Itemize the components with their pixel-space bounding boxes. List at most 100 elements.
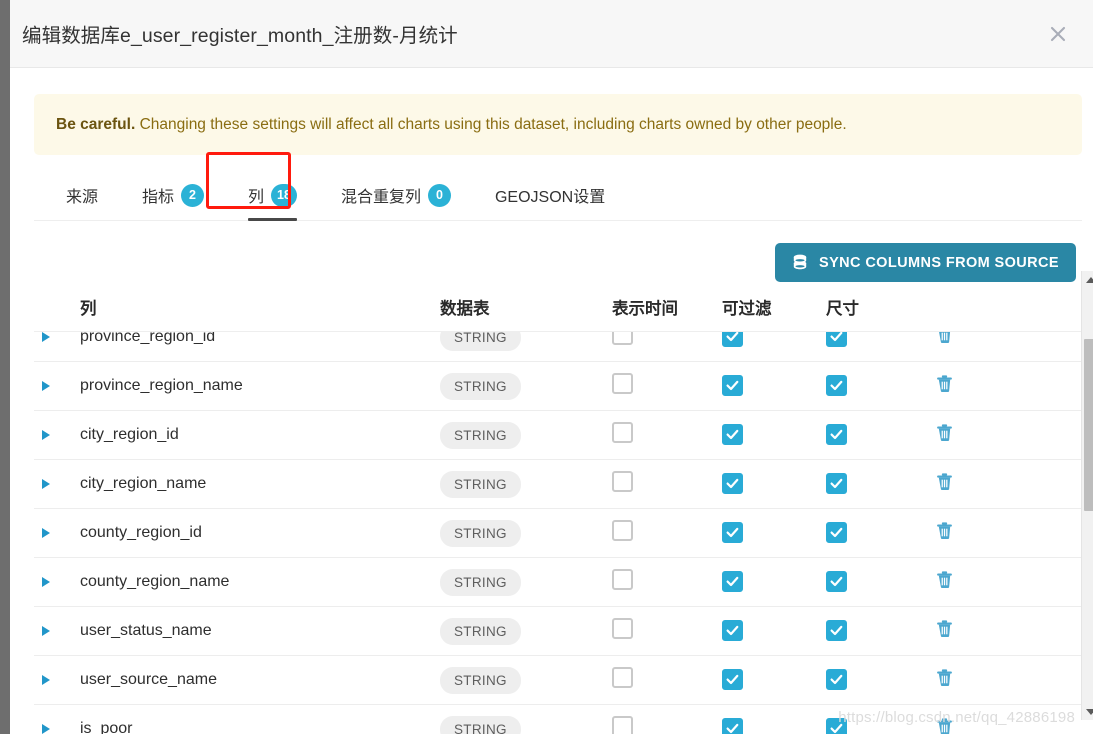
column-name: user_status_name — [80, 622, 212, 640]
delete-cell — [936, 375, 1026, 398]
tab-geojson-settings[interactable]: GEOJSON设置 — [473, 179, 627, 220]
trash-icon[interactable] — [936, 718, 953, 734]
temporal-cell — [612, 667, 722, 693]
delete-cell — [936, 620, 1026, 643]
row-expand-cell — [34, 626, 80, 637]
chevron-up-icon[interactable] — [1082, 271, 1093, 288]
temporal-checkbox[interactable] — [612, 618, 633, 640]
datatype-badge: STRING — [440, 421, 521, 449]
dimension-checkbox[interactable] — [826, 668, 847, 690]
temporal-checkbox[interactable] — [612, 520, 633, 542]
tab-calculated-columns[interactable]: 混合重复列 0 — [319, 179, 473, 220]
filterable-checkbox[interactable] — [722, 472, 743, 494]
dimension-cell — [826, 619, 936, 643]
trash-icon[interactable] — [936, 424, 953, 442]
tab-metrics-badge: 2 — [181, 183, 205, 207]
dimension-checkbox[interactable] — [826, 717, 847, 734]
chevron-right-icon[interactable] — [42, 626, 50, 637]
trash-icon[interactable] — [936, 620, 953, 638]
table-row: city_region_id STRING — [34, 411, 1082, 461]
filterable-checkbox[interactable] — [722, 374, 743, 396]
column-datatype-cell: STRING — [440, 666, 612, 694]
temporal-checkbox[interactable] — [612, 716, 633, 734]
trash-icon[interactable] — [936, 522, 953, 540]
column-name: city_region_name — [80, 475, 207, 493]
filterable-cell — [722, 472, 826, 496]
filterable-cell — [722, 374, 826, 398]
row-expand-cell — [34, 430, 80, 441]
warning-banner-text: Changing these settings will affect all … — [135, 116, 847, 133]
scrollbar-thumb[interactable] — [1084, 339, 1093, 512]
temporal-checkbox[interactable] — [612, 569, 633, 591]
temporal-checkbox[interactable] — [612, 373, 633, 395]
dimension-checkbox[interactable] — [826, 374, 847, 396]
trash-icon[interactable] — [936, 571, 953, 589]
chevron-right-icon[interactable] — [42, 430, 50, 441]
delete-cell — [936, 571, 1026, 594]
page-title: 编辑数据库e_user_register_month_注册数-月统计 — [22, 25, 458, 47]
chevron-right-icon[interactable] — [42, 381, 50, 392]
filterable-checkbox[interactable] — [722, 619, 743, 641]
dimension-checkbox[interactable] — [826, 472, 847, 494]
trash-icon[interactable] — [936, 473, 953, 491]
datatype-badge: STRING — [440, 470, 521, 498]
tab-source-label: 来源 — [66, 189, 99, 207]
chevron-right-icon[interactable] — [42, 724, 50, 734]
table-header-dimension: 尺寸 — [826, 300, 859, 319]
trash-icon[interactable] — [936, 375, 953, 393]
temporal-checkbox[interactable] — [612, 471, 633, 493]
dimension-checkbox[interactable] — [826, 332, 847, 347]
dimension-cell — [826, 717, 936, 734]
datatype-badge: STRING — [440, 372, 521, 400]
temporal-cell — [612, 618, 722, 644]
chevron-right-icon[interactable] — [42, 479, 50, 490]
dimension-checkbox[interactable] — [826, 570, 847, 592]
trash-icon[interactable] — [936, 669, 953, 687]
temporal-cell — [612, 716, 722, 734]
sync-columns-button[interactable]: SYNC COLUMNS FROM SOURCE — [775, 243, 1076, 283]
columns-table: 列 数据表 表示时间 可过滤 尺寸 province_region_id STRI… — [34, 271, 1093, 734]
table-header-datatype: 数据表 — [440, 300, 490, 319]
chevron-right-icon[interactable] — [42, 675, 50, 686]
delete-cell — [936, 424, 1026, 447]
filterable-cell — [722, 668, 826, 692]
tab-metrics[interactable]: 指标 2 — [120, 179, 226, 220]
filterable-checkbox[interactable] — [722, 521, 743, 543]
close-icon[interactable] — [1041, 17, 1075, 51]
row-expand-cell — [34, 479, 80, 490]
filterable-checkbox[interactable] — [722, 717, 743, 734]
column-name: county_region_name — [80, 573, 230, 591]
filterable-checkbox[interactable] — [722, 423, 743, 445]
dimension-checkbox[interactable] — [826, 521, 847, 543]
delete-cell — [936, 473, 1026, 496]
table-body: province_region_id STRING province_region_… — [34, 332, 1082, 734]
vertical-scrollbar[interactable] — [1081, 271, 1093, 721]
datatype-badge: STRING — [440, 715, 521, 734]
filterable-checkbox[interactable] — [722, 570, 743, 592]
chevron-right-icon[interactable] — [42, 577, 50, 588]
chevron-right-icon[interactable] — [42, 332, 50, 343]
dimension-cell — [826, 521, 936, 545]
chevron-down-icon[interactable] — [1082, 703, 1093, 720]
row-expand-cell — [34, 724, 80, 734]
tab-columns-badge: 18 — [271, 183, 297, 207]
dimension-checkbox[interactable] — [826, 423, 847, 445]
column-name: county_region_id — [80, 524, 202, 542]
trash-icon[interactable] — [936, 332, 953, 344]
dimension-checkbox[interactable] — [826, 619, 847, 641]
temporal-checkbox[interactable] — [612, 422, 633, 444]
row-expand-cell — [34, 675, 80, 686]
table-header-row: 列 数据表 表示时间 可过滤 尺寸 — [34, 295, 1082, 331]
filterable-checkbox[interactable] — [722, 668, 743, 690]
tab-source[interactable]: 来源 — [44, 179, 120, 220]
column-datatype-cell: STRING — [440, 617, 612, 645]
datatype-badge: STRING — [440, 666, 521, 694]
chevron-right-icon[interactable] — [42, 528, 50, 539]
edit-dataset-modal: 编辑数据库e_user_register_month_注册数-月统计 Be ca… — [10, 0, 1093, 734]
temporal-checkbox[interactable] — [612, 332, 633, 346]
tab-columns[interactable]: 列 18 — [226, 179, 319, 222]
temporal-cell — [612, 569, 722, 595]
dimension-cell — [826, 668, 936, 692]
temporal-checkbox[interactable] — [612, 667, 633, 689]
filterable-checkbox[interactable] — [722, 332, 743, 347]
